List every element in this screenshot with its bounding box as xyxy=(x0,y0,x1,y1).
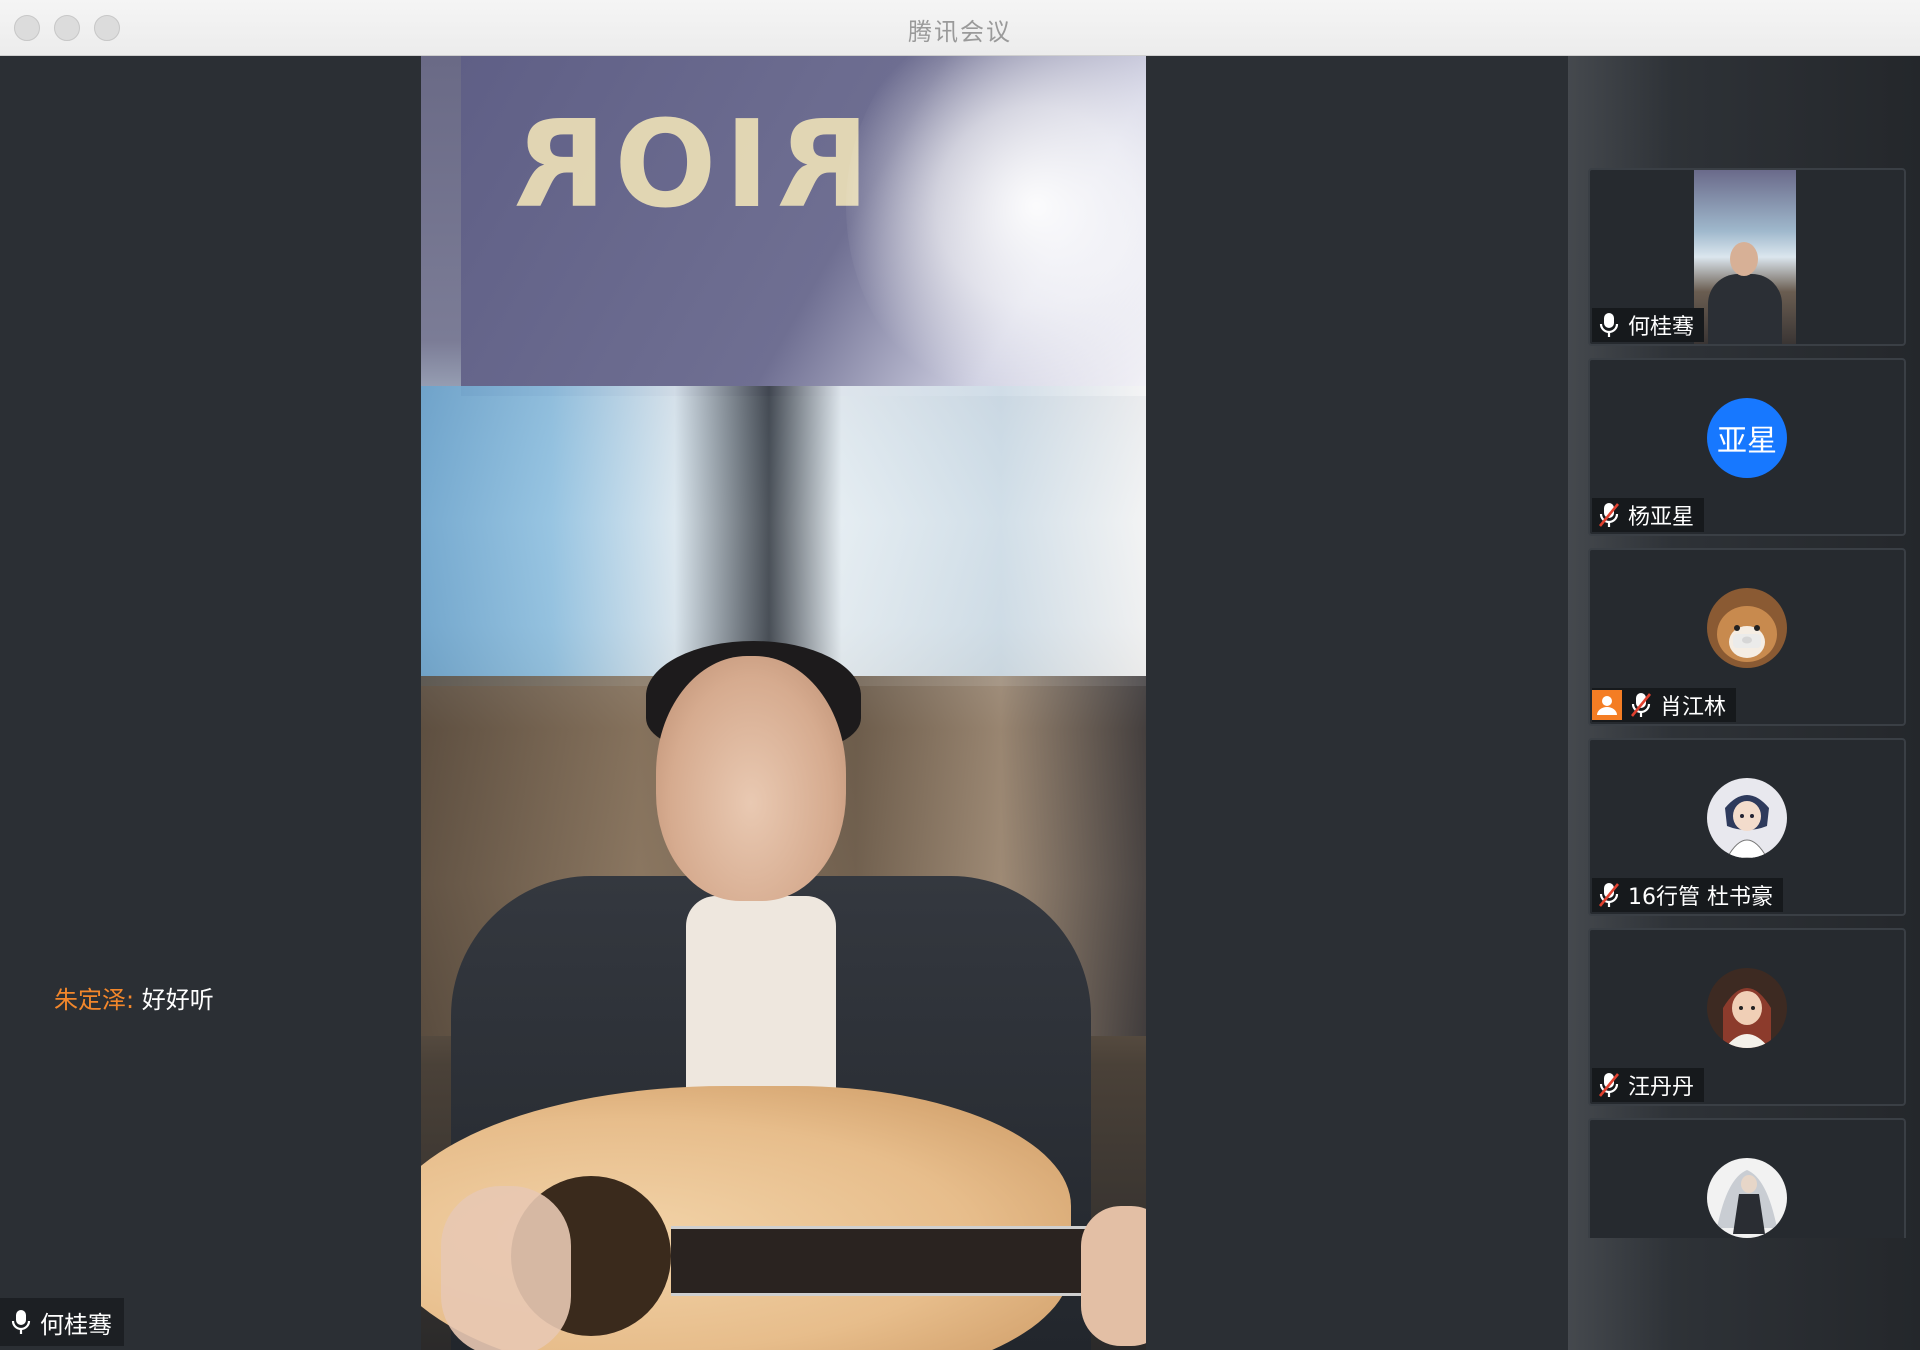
microphone-muted-icon xyxy=(1630,693,1652,717)
thumbnail-person-body xyxy=(1708,274,1782,344)
microphone-icon xyxy=(1599,313,1619,337)
video-strumming-hand xyxy=(441,1186,571,1350)
participant-video-thumbnail xyxy=(1694,170,1796,344)
participant-label: 何桂骞 xyxy=(1592,308,1705,342)
active-speaker-name: 何桂骞 xyxy=(40,1310,112,1339)
participant-tile[interactable]: 肖江林 xyxy=(1588,548,1906,726)
microphone-muted-icon xyxy=(1598,1073,1620,1097)
participant-label: 汪丹丹 xyxy=(1592,1068,1705,1102)
host-badge-icon xyxy=(1592,690,1622,720)
microphone-muted-icon xyxy=(1598,503,1620,527)
participant-tile[interactable]: 何桂骞 xyxy=(1588,168,1906,346)
microphone-icon xyxy=(11,1310,31,1334)
participant-label: 16行管 杜书豪 xyxy=(1592,878,1783,912)
microphone-muted-icon xyxy=(1598,883,1620,907)
participant-name: 杨亚星 xyxy=(1628,505,1695,530)
participant-tile[interactable]: 16行管 杜书豪 xyxy=(1588,738,1906,916)
shiba-dog-avatar xyxy=(1707,588,1787,668)
participant-tile[interactable]: 汪丹丹 xyxy=(1588,928,1906,1106)
video-guitar-neck xyxy=(671,1226,1146,1296)
chat-bubble: 朱定泽: 好好听 xyxy=(54,980,214,1015)
title-bar: 腾讯会议 xyxy=(0,0,1920,56)
active-speaker-label: 何桂骞 xyxy=(0,1298,124,1346)
participant-name: 16行管 杜书豪 xyxy=(1628,885,1773,910)
chat-message-text: 好好听 xyxy=(141,986,214,1014)
anime-character-avatar xyxy=(1707,778,1787,858)
participant-tile[interactable] xyxy=(1588,1118,1906,1238)
participant-sidebar[interactable]: 何桂骞 亚星 杨亚星 肖江林 16行管 杜书豪 汪丹丹 xyxy=(1568,56,1920,1350)
illustrated-figure-avatar xyxy=(1707,1158,1787,1238)
participant-name: 何桂骞 xyxy=(1628,315,1695,340)
participant-label: 杨亚星 xyxy=(1592,498,1705,532)
participant-label: 肖江林 xyxy=(1592,688,1737,722)
video-banner-text: RIOR xyxy=(506,96,870,235)
video-fretting-hand xyxy=(1081,1206,1146,1346)
main-video-feed[interactable]: RIOR xyxy=(421,56,1146,1350)
participant-tile[interactable]: 亚星 杨亚星 xyxy=(1588,358,1906,536)
participant-name: 汪丹丹 xyxy=(1628,1075,1695,1100)
chat-sender-name: 朱定泽: xyxy=(54,986,135,1014)
participant-name: 肖江林 xyxy=(1660,695,1727,720)
video-person-face xyxy=(656,656,846,901)
cartoon-person-avatar xyxy=(1707,968,1787,1048)
avatar: 亚星 xyxy=(1707,398,1787,478)
main-stage: RIOR 朱定泽: 好好听 何桂骞 xyxy=(0,56,1568,1350)
video-curtain xyxy=(421,386,1146,686)
thumbnail-person-face xyxy=(1730,242,1758,276)
window-title: 腾讯会议 xyxy=(908,18,1012,46)
